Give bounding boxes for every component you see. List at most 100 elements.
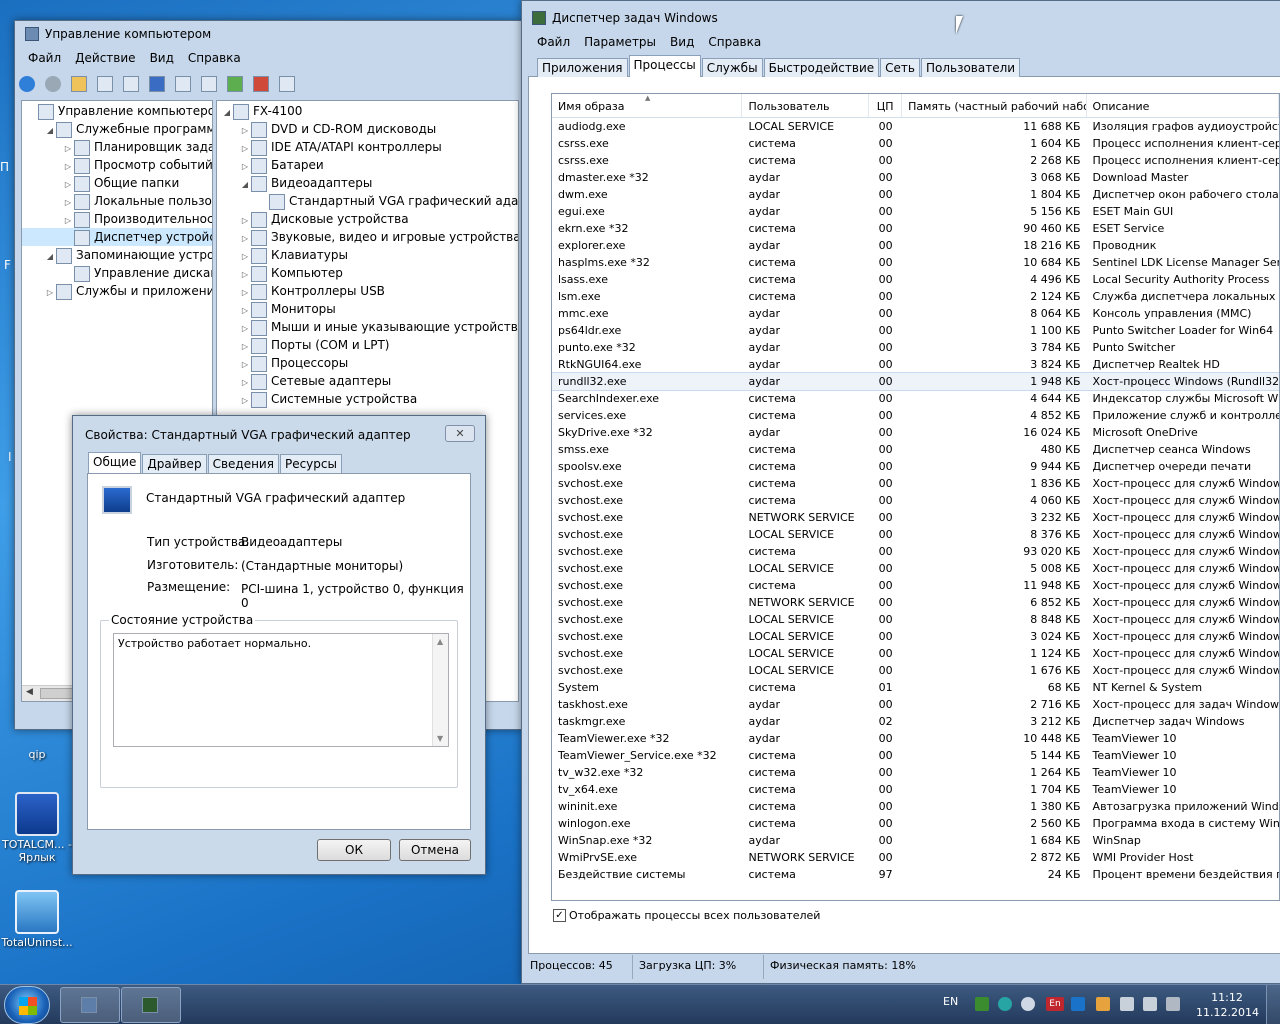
process-row[interactable]: taskmgr.exe aydar 02 3 212 КБ Диспетчер зада…: [552, 713, 1279, 730]
console-tree-item[interactable]: ◢ Запоминающие устройст: [22, 246, 212, 264]
up-folder-icon[interactable]: [71, 76, 87, 92]
menu-view[interactable]: Вид: [143, 49, 181, 67]
help-icon[interactable]: [149, 76, 165, 92]
scroll-down-icon[interactable]: ▼: [437, 734, 443, 743]
cancel-button[interactable]: Отмена: [399, 839, 471, 861]
device-tree-item[interactable]: ▷ Звуковые, видео и игровые устройства: [217, 228, 518, 246]
process-row[interactable]: csrss.exe система 00 2 268 КБ Процесс исполн…: [552, 152, 1279, 169]
properties-icon[interactable]: [175, 76, 191, 92]
tray-punto-icon[interactable]: En: [1046, 997, 1064, 1011]
expand-icon[interactable]: ▷: [239, 212, 251, 228]
process-row[interactable]: winlogon.exe система 00 2 560 КБ Программа в…: [552, 815, 1279, 832]
language-indicator[interactable]: EN: [943, 995, 958, 1008]
process-row[interactable]: SkyDrive.exe *32 aydar 00 16 024 КБ Microsof…: [552, 424, 1279, 441]
expand-icon[interactable]: ▷: [239, 158, 251, 174]
expand-icon[interactable]: ▷: [62, 194, 74, 210]
expand-icon[interactable]: ▷: [62, 158, 74, 174]
process-row[interactable]: svchost.exe LOCAL SERVICE 00 8 848 КБ Хост-п…: [552, 611, 1279, 628]
expand-icon[interactable]: ▷: [62, 212, 74, 228]
tm-menu-help[interactable]: Справка: [701, 33, 768, 51]
tray-download-icon[interactable]: [1096, 997, 1110, 1011]
tab-processes[interactable]: Процессы: [628, 55, 701, 77]
device-tree-item[interactable]: ◢ FX-4100: [217, 102, 518, 120]
expand-icon[interactable]: ▷: [239, 122, 251, 138]
expand-icon[interactable]: ▷: [239, 320, 251, 336]
uninstall-device-icon[interactable]: [279, 76, 295, 92]
process-row[interactable]: lsm.exe система 00 2 124 КБ Служба диспетчер…: [552, 288, 1279, 305]
expand-icon[interactable]: ▷: [62, 176, 74, 192]
process-row[interactable]: ekrn.exe *32 система 00 90 460 КБ ESET Servi…: [552, 220, 1279, 237]
desktop-icon-totaluninstall[interactable]: TotalUninst...: [0, 890, 74, 949]
vertical-scrollbar[interactable]: ▲ ▼: [432, 634, 448, 746]
tray-network-icon[interactable]: [1120, 997, 1134, 1011]
process-row[interactable]: rundll32.exe aydar 00 1 948 КБ Хост-процесс …: [552, 372, 1279, 391]
device-tree-item[interactable]: ▷ Батареи: [217, 156, 518, 174]
process-row[interactable]: TeamViewer.exe *32 aydar 00 10 448 КБ TeamVi…: [552, 730, 1279, 747]
process-row[interactable]: ps64ldr.exe aydar 00 1 100 КБ Punto Switcher…: [552, 322, 1279, 339]
device-tree-item[interactable]: ▷ Контроллеры USB: [217, 282, 518, 300]
console-tree-item[interactable]: ▷ Службы и приложения: [22, 282, 212, 300]
device-tree-item[interactable]: ▷ Системные устройства: [217, 390, 518, 408]
show-all-processes[interactable]: ✓ Отображать процессы всех пользователей: [553, 909, 820, 922]
console-tree-item[interactable]: Управление дисками: [22, 264, 212, 282]
device-tree-item[interactable]: ▷ DVD и CD-ROM дисководы: [217, 120, 518, 138]
process-row[interactable]: egui.exe aydar 00 5 156 КБ ESET Main GUI: [552, 203, 1279, 220]
tray-onedrive-icon[interactable]: [1021, 997, 1035, 1011]
tray-green-icon[interactable]: [975, 997, 989, 1011]
tab-details[interactable]: Сведения: [207, 454, 279, 473]
scroll-up-icon[interactable]: ▲: [437, 637, 443, 646]
process-row[interactable]: punto.exe *32 aydar 00 3 784 КБ Punto Switch…: [552, 339, 1279, 356]
dialog-title-bar[interactable]: Свойства: Стандартный VGA графический ад…: [73, 416, 485, 450]
process-row[interactable]: WinSnap.exe *32 aydar 00 1 684 КБ WinSnap: [552, 832, 1279, 849]
tray-volume-icon[interactable]: [1143, 997, 1157, 1011]
expand-icon[interactable]: ▷: [239, 338, 251, 354]
console-tree-item[interactable]: ▷ Локальные пользовате: [22, 192, 212, 210]
taskbar-computer-management[interactable]: [60, 987, 120, 1023]
process-row[interactable]: RtkNGUI64.exe aydar 00 3 824 КБ Диспетчер Re…: [552, 356, 1279, 373]
expand-icon[interactable]: ▷: [239, 374, 251, 390]
task-manager-title-bar[interactable]: Диспетчер задач Windows: [522, 1, 1280, 31]
process-row[interactable]: taskhost.exe aydar 00 2 716 КБ Хост-процесс …: [552, 696, 1279, 713]
process-row[interactable]: System система 01 68 КБ NT Kernel & System: [552, 679, 1279, 696]
device-tree-item[interactable]: ▷ Процессоры: [217, 354, 518, 372]
process-row[interactable]: services.exe система 00 4 852 КБ Приложение …: [552, 407, 1279, 424]
menu-file[interactable]: Файл: [21, 49, 68, 67]
process-row[interactable]: csrss.exe система 00 1 604 КБ Процесс исполн…: [552, 135, 1279, 152]
console-tree-item[interactable]: ◢ Служебные программы: [22, 120, 212, 138]
console-tree-item[interactable]: ▷ Общие папки: [22, 174, 212, 192]
expand-icon[interactable]: ▷: [44, 284, 56, 300]
tab-applications[interactable]: Приложения: [537, 58, 628, 77]
process-row[interactable]: svchost.exe LOCAL SERVICE 00 8 376 КБ Хост-п…: [552, 526, 1279, 543]
column-description[interactable]: Описание: [1087, 94, 1279, 117]
show-all-checkbox[interactable]: ✓: [553, 909, 566, 922]
console-tree-item[interactable]: Управление компьютером (л: [22, 102, 212, 120]
title-bar[interactable]: Управление компьютером: [15, 21, 521, 47]
device-status-textbox[interactable]: Устройство работает нормально. ▲ ▼: [113, 633, 449, 747]
process-row[interactable]: svchost.exe LOCAL SERVICE 00 3 024 КБ Хост-п…: [552, 628, 1279, 645]
expand-icon[interactable]: ▷: [239, 302, 251, 318]
process-row[interactable]: explorer.exe aydar 00 18 216 КБ Проводник: [552, 237, 1279, 254]
tab-users[interactable]: Пользователи: [920, 58, 1021, 77]
console-tree-item[interactable]: ▷ Планировщик заданий: [22, 138, 212, 156]
tray-teamviewer-icon[interactable]: [1071, 997, 1085, 1011]
device-tree-item[interactable]: ▷ Клавиатуры: [217, 246, 518, 264]
console-tree-item[interactable]: ▷ Производительность: [22, 210, 212, 228]
process-row[interactable]: smss.exe система 00 480 КБ Диспетчер сеанса …: [552, 441, 1279, 458]
process-row[interactable]: svchost.exe система 00 4 060 КБ Хост-процесс…: [552, 492, 1279, 509]
process-row[interactable]: svchost.exe NETWORK SERVICE 00 3 232 КБ Хост…: [552, 509, 1279, 526]
tab-performance[interactable]: Быстродействие: [763, 58, 880, 77]
menu-action[interactable]: Действие: [68, 49, 142, 67]
export-list-icon[interactable]: [123, 76, 139, 92]
process-row[interactable]: hasplms.exe *32 система 00 10 684 КБ Sentine…: [552, 254, 1279, 271]
collapse-icon[interactable]: ◢: [221, 104, 233, 120]
process-row[interactable]: svchost.exe LOCAL SERVICE 00 1 124 КБ Хост-п…: [552, 645, 1279, 662]
ok-button[interactable]: ОК: [317, 839, 391, 861]
device-tree-item[interactable]: ▷ Мыши и иные указывающие устройства: [217, 318, 518, 336]
menu-help[interactable]: Справка: [181, 49, 248, 67]
column-user[interactable]: Пользователь: [742, 94, 870, 117]
close-icon[interactable]: ✕: [445, 425, 475, 442]
process-row[interactable]: spoolsv.exe система 00 9 944 КБ Диспетчер оч…: [552, 458, 1279, 475]
expand-icon[interactable]: ▷: [239, 248, 251, 264]
tab-network[interactable]: Сеть: [880, 58, 920, 77]
scroll-left-icon[interactable]: ◀: [26, 687, 33, 697]
